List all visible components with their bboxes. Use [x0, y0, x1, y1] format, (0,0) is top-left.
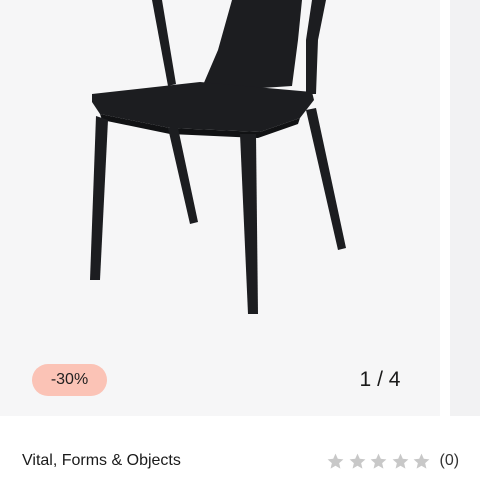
- gallery-slide-current[interactable]: -30% 1 / 4: [0, 0, 440, 416]
- image-pager: 1 / 4: [340, 366, 420, 394]
- pager-total: 4: [388, 368, 401, 391]
- image-gallery[interactable]: -30% 1 / 4: [0, 0, 480, 416]
- star-icon: [327, 453, 344, 469]
- gallery-slide-next-peek[interactable]: [450, 0, 480, 416]
- pager-current: 1: [359, 368, 372, 391]
- product-card: -30% 1 / 4 Vital, Forms & Objects (0): [0, 0, 480, 480]
- chair-image: [90, 0, 346, 314]
- star-icon: [349, 453, 365, 469]
- star-icon: [413, 453, 430, 469]
- gallery-gap: [440, 0, 450, 416]
- rating[interactable]: (0): [326, 450, 459, 472]
- star-icon: [370, 453, 387, 469]
- star-icon: [392, 453, 408, 469]
- pager-separator: /: [377, 368, 389, 391]
- discount-badge: -30%: [32, 364, 107, 396]
- rating-count: (0): [439, 452, 460, 469]
- brand-name[interactable]: Vital, Forms & Objects: [22, 452, 181, 470]
